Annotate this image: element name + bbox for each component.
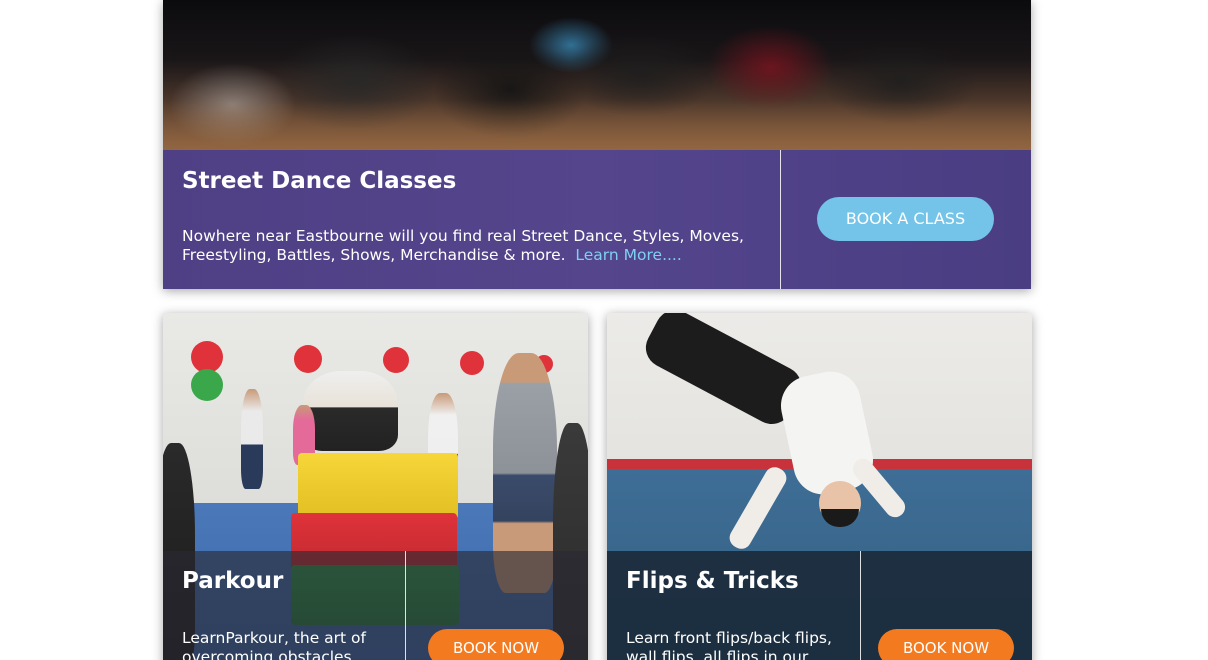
flips-info-band: Flips & Tricks Learn front flips/back fl… — [607, 551, 1032, 660]
foam-block-yellow — [298, 453, 458, 519]
wall-dot-green — [191, 369, 223, 401]
learn-more-link[interactable]: Learn More.... — [575, 246, 681, 264]
book-a-class-button[interactable]: BOOK A CLASS — [817, 197, 994, 241]
parkour-info-band: Parkour LearnParkour, the art of overcom… — [163, 551, 588, 660]
parkour-card: Parkour LearnParkour, the art of overcom… — [163, 313, 588, 660]
wall-dot-red — [383, 347, 409, 373]
parkour-title: Parkour — [182, 568, 284, 594]
parkour-description: LearnParkour, the art of overcoming obst… — [182, 629, 366, 660]
stage-floor — [163, 100, 1031, 150]
page: Street Dance Classes Nowhere near Eastbo… — [0, 0, 1208, 660]
flips-description: Learn front flips/back flips, wall flips… — [626, 629, 832, 660]
flips-card: Flips & Tricks Learn front flips/back fl… — [607, 313, 1032, 660]
wall-dot-red — [294, 345, 322, 373]
street-dance-photo — [163, 0, 1031, 150]
wall-dot-red — [460, 351, 484, 375]
street-dance-info-band: Street Dance Classes Nowhere near Eastbo… — [163, 150, 1031, 289]
street-dance-divider — [780, 150, 781, 289]
street-dance-card: Street Dance Classes Nowhere near Eastbo… — [163, 0, 1031, 289]
flips-title: Flips & Tricks — [626, 568, 799, 594]
parkour-divider — [405, 551, 406, 660]
parkour-book-now-button[interactable]: BOOK NOW — [428, 629, 564, 660]
flips-divider — [860, 551, 861, 660]
street-dance-title: Street Dance Classes — [182, 168, 457, 194]
street-dance-description: Nowhere near Eastbourne will you find re… — [182, 227, 767, 265]
background-kid — [241, 389, 263, 489]
flips-book-now-button[interactable]: BOOK NOW — [878, 629, 1014, 660]
jumping-kid — [303, 371, 398, 451]
